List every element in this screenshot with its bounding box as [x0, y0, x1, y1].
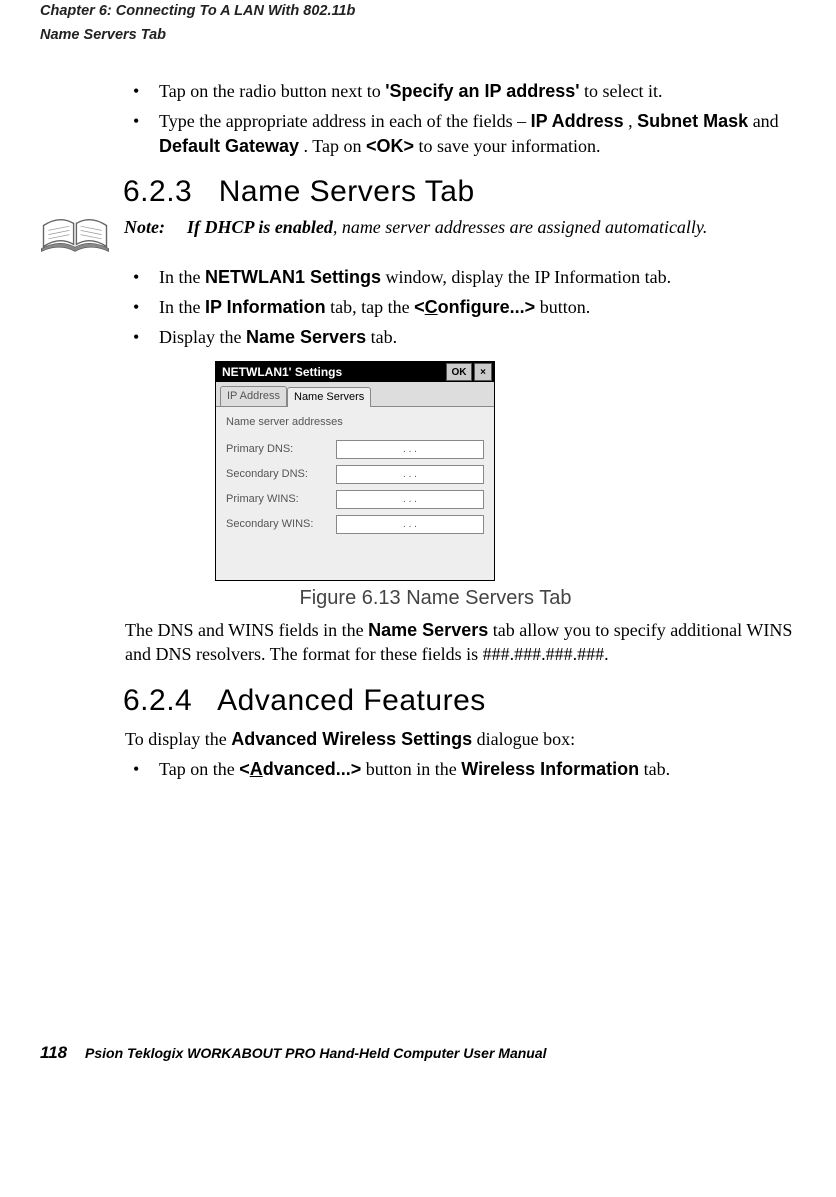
input-secondary-dns[interactable]: . . . — [336, 465, 484, 484]
text: to save your information. — [418, 136, 600, 156]
bullet-item: Tap on the radio button next to 'Specify… — [125, 79, 796, 103]
text: button in the — [366, 759, 462, 779]
bullet-list-bottom: Tap on the <Advanced...> button in the W… — [125, 757, 796, 781]
book-icon — [40, 215, 110, 257]
note-bold: If DHCP is enabled — [187, 217, 333, 237]
dialog-titlebar: NETWLAN1' Settings OK × — [216, 362, 494, 382]
text: , — [628, 111, 637, 131]
text: tab. — [371, 327, 398, 347]
text: and — [753, 111, 779, 131]
tab-ip-address[interactable]: IP Address — [220, 386, 287, 406]
label-secondary-wins: Secondary WINS: — [226, 517, 336, 532]
label-primary-dns: Primary DNS: — [226, 442, 336, 457]
dialog-heading: Name server addresses — [226, 415, 484, 430]
text: To display the — [125, 729, 231, 749]
page-number: 118 — [40, 1043, 67, 1062]
field-row-secondary-dns: Secondary DNS: . . . — [226, 465, 484, 484]
advanced-button-label: <Advanced...> — [239, 759, 361, 779]
text: Tap on the radio button next to — [159, 81, 385, 101]
field-subnet-mask: Subnet Mask — [637, 111, 748, 131]
tab-name-servers[interactable]: Name Servers — [287, 387, 371, 407]
running-header-section: Name Servers Tab — [40, 26, 796, 46]
text: window, display the IP Information tab. — [386, 267, 672, 287]
text: tab. — [644, 759, 671, 779]
ok-button-label: <OK> — [366, 136, 414, 156]
heading-6-2-4: 6.2.4 Advanced Features — [123, 681, 796, 722]
tab-row: IP Address Name Servers — [216, 382, 494, 407]
paragraph: The DNS and WINS fields in the Name Serv… — [125, 618, 796, 667]
note-rest: , name server addresses are assigned aut… — [333, 217, 708, 237]
footer-text: Psion Teklogix WORKABOUT PRO Hand-Held C… — [85, 1045, 547, 1061]
text: In the — [159, 297, 205, 317]
dialog-body: Name server addresses Primary DNS: . . .… — [216, 407, 494, 580]
configure-button-label: <Configure...> — [414, 297, 535, 317]
ok-button[interactable]: OK — [446, 363, 472, 381]
label-secondary-dns: Secondary DNS: — [226, 467, 336, 482]
bullet-list-mid: In the NETWLAN1 Settings window, display… — [125, 265, 796, 350]
name-servers-label: Name Servers — [246, 327, 366, 347]
field-row-primary-wins: Primary WINS: . . . — [226, 490, 484, 509]
bullet-list-top: Tap on the radio button next to 'Specify… — [125, 79, 796, 158]
heading-number: 6.2.3 — [123, 175, 192, 208]
text: tab, tap the — [330, 297, 414, 317]
running-header-chapter: Chapter 6: Connecting To A LAN With 802.… — [40, 2, 796, 22]
text: In the — [159, 267, 205, 287]
field-row-secondary-wins: Secondary WINS: . . . — [226, 515, 484, 534]
page-footer: 118 Psion Teklogix WORKABOUT PRO Hand-He… — [40, 1042, 796, 1065]
text: button. — [540, 297, 591, 317]
text: Tap on the — [159, 759, 239, 779]
dialog-window: NETWLAN1' Settings OK × IP Address Name … — [215, 361, 495, 581]
note-row: Note: If DHCP is enabled, name server ad… — [40, 215, 796, 257]
specify-ip-label: 'Specify an IP address' — [385, 81, 579, 101]
heading-6-2-3: 6.2.3 Name Servers Tab — [123, 172, 796, 213]
advanced-wireless-settings-label: Advanced Wireless Settings — [231, 729, 472, 749]
input-secondary-wins[interactable]: . . . — [336, 515, 484, 534]
bullet-item: Display the Name Servers tab. — [125, 325, 796, 349]
text: The DNS and WINS fields in the — [125, 620, 368, 640]
text: dialogue box: — [477, 729, 575, 749]
figure-caption: Figure 6.13 Name Servers Tab — [75, 585, 796, 612]
text: . Tap on — [304, 136, 366, 156]
text: to select it. — [584, 81, 662, 101]
bullet-item: In the NETWLAN1 Settings window, display… — [125, 265, 796, 289]
text: Type the appropriate address in each of … — [159, 111, 531, 131]
heading-title: Advanced Features — [217, 684, 486, 717]
bullet-item: Type the appropriate address in each of … — [125, 109, 796, 158]
field-ip-address: IP Address — [531, 111, 624, 131]
field-default-gateway: Default Gateway — [159, 136, 299, 156]
input-primary-dns[interactable]: . . . — [336, 440, 484, 459]
label-primary-wins: Primary WINS: — [226, 492, 336, 507]
paragraph: To display the Advanced Wireless Setting… — [125, 727, 796, 751]
note-label: Note: — [124, 217, 165, 237]
dialog-title: NETWLAN1' Settings — [218, 364, 444, 380]
bullet-item: Tap on the <Advanced...> button in the W… — [125, 757, 796, 781]
netwlan-settings-label: NETWLAN1 Settings — [205, 267, 381, 287]
wireless-information-label: Wireless Information — [461, 759, 639, 779]
name-servers-inline: Name Servers — [368, 620, 488, 640]
bullet-item: In the IP Information tab, tap the <Conf… — [125, 295, 796, 319]
ip-information-label: IP Information — [205, 297, 326, 317]
heading-title: Name Servers Tab — [219, 175, 475, 208]
heading-number: 6.2.4 — [123, 684, 192, 717]
input-primary-wins[interactable]: . . . — [336, 490, 484, 509]
text: Display the — [159, 327, 246, 347]
close-button[interactable]: × — [474, 363, 492, 381]
field-row-primary-dns: Primary DNS: . . . — [226, 440, 484, 459]
